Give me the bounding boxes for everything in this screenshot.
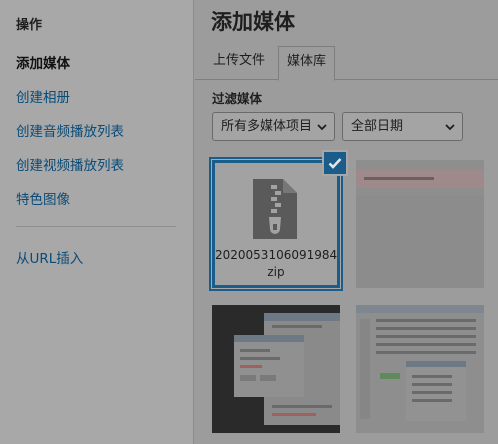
sidebar-item-create-gallery[interactable]: 创建相册	[16, 86, 70, 106]
actions-heading: 操作	[16, 18, 43, 33]
chevron-down-icon	[445, 124, 455, 131]
attachment-thumbnail[interactable]	[356, 305, 484, 433]
screenshot-thumbnail	[212, 305, 340, 433]
selected-check-button[interactable]	[322, 150, 348, 176]
check-icon	[328, 158, 342, 169]
attachment-filename: 2020053106091984. zip	[215, 243, 337, 281]
media-menu-sidebar: 操作 添加媒体 创建相册 创建音频播放列表 创建视频播放列表 特色图像 从URL…	[0, 0, 194, 444]
sidebar-item-create-audio-playlist[interactable]: 创建音频播放列表	[16, 120, 124, 140]
screenshot-thumbnail	[356, 160, 484, 288]
date-select[interactable]: 全部日期	[342, 112, 463, 141]
sidebar-item-create-video-playlist[interactable]: 创建视频播放列表	[16, 154, 124, 174]
media-type-select-value: 所有多媒体项目	[221, 119, 313, 134]
chevron-down-icon	[317, 124, 327, 131]
sidebar-item-featured-image[interactable]: 特色图像	[16, 188, 70, 208]
tab-upload-files[interactable]: 上传文件	[205, 46, 273, 80]
tab-media-library[interactable]: 媒体库	[278, 46, 336, 81]
page-title: 添加媒体	[211, 10, 295, 34]
router-tabs: 上传文件 媒体库	[195, 46, 498, 81]
attachment-thumbnail[interactable]	[356, 160, 484, 288]
date-select-value: 全部日期	[351, 119, 404, 134]
filter-media-label: 过滤媒体	[212, 91, 263, 106]
media-type-select[interactable]: 所有多媒体项目	[212, 112, 335, 141]
sidebar-divider	[16, 226, 176, 227]
filename-line-1: 2020053106091984.	[215, 248, 340, 262]
screenshot-thumbnail	[356, 305, 484, 433]
sidebar-item-insert-from-url[interactable]: 从URL插入	[16, 247, 83, 267]
zip-file-icon	[253, 179, 297, 239]
sidebar-item-add-media[interactable]: 添加媒体	[16, 52, 70, 72]
filename-line-2: zip	[267, 265, 285, 279]
attachment-zip-file[interactable]: 2020053106091984. zip	[212, 160, 340, 288]
media-frame-content: 添加媒体 上传文件 媒体库 过滤媒体 所有多媒体项目 全部日期 20200531…	[195, 0, 498, 444]
attachment-thumbnail[interactable]	[212, 305, 340, 433]
